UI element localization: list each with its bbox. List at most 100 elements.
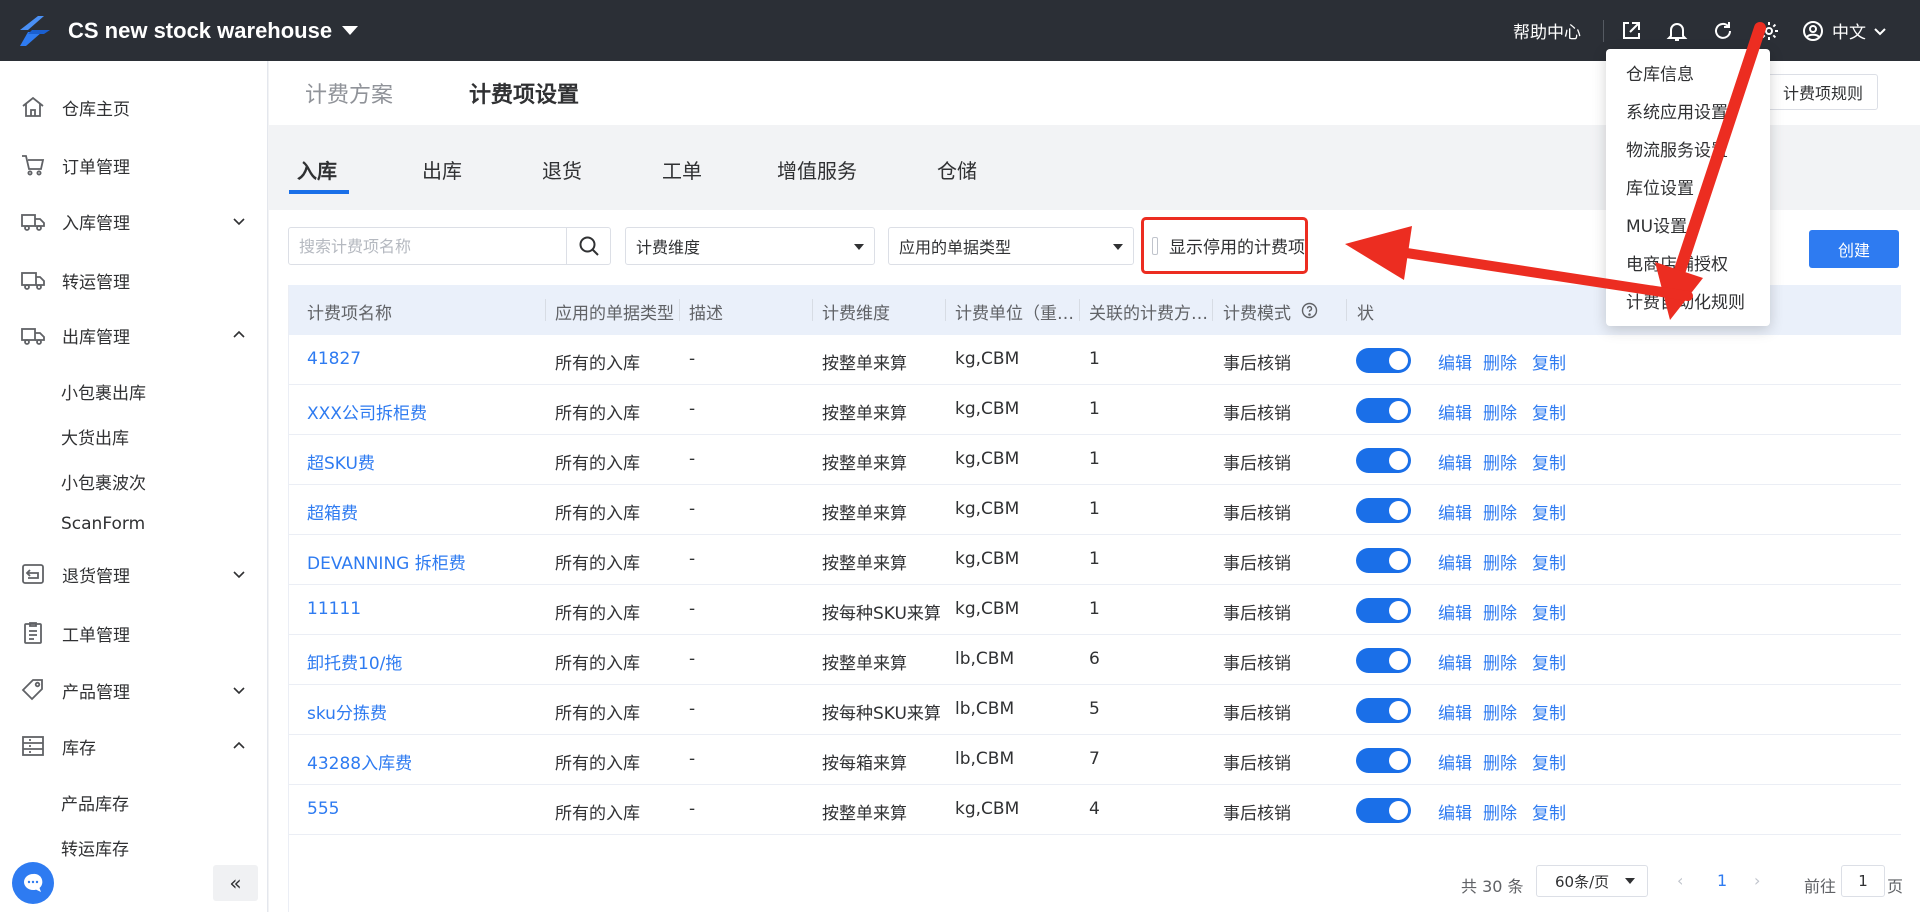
edit-link[interactable]: 编辑	[1438, 399, 1472, 424]
delete-link[interactable]: 删除	[1483, 399, 1517, 424]
copy-link[interactable]: 复制	[1532, 699, 1566, 724]
copy-link[interactable]: 复制	[1532, 449, 1566, 474]
menu-item-system-app-settings[interactable]: 系统应用设置	[1626, 98, 1728, 123]
status-toggle[interactable]	[1356, 398, 1411, 423]
sidebar-subitem-scanform[interactable]: ScanForm	[61, 514, 145, 534]
sidebar-subitem-parcel-wave[interactable]: 小包裹波次	[61, 469, 146, 494]
edit-link[interactable]: 编辑	[1438, 599, 1472, 624]
cell-name[interactable]: 超SKU费	[307, 449, 375, 474]
edit-link[interactable]: 编辑	[1438, 799, 1472, 824]
bell-icon[interactable]	[1664, 18, 1690, 44]
tab-value-added[interactable]: 增值服务	[777, 155, 857, 184]
tab-returns[interactable]: 退货	[542, 155, 582, 184]
edit-link[interactable]: 编辑	[1438, 749, 1472, 774]
dimension-select[interactable]: 计费维度	[625, 227, 875, 265]
tab-storage[interactable]: 仓储	[937, 155, 977, 184]
delete-link[interactable]: 删除	[1483, 549, 1517, 574]
cell-name[interactable]: 11111	[307, 599, 361, 619]
edit-link[interactable]: 编辑	[1438, 449, 1472, 474]
search-button[interactable]	[566, 228, 610, 264]
delete-link[interactable]: 删除	[1483, 699, 1517, 724]
copy-link[interactable]: 复制	[1532, 499, 1566, 524]
goto-page-input[interactable]: 1	[1841, 865, 1885, 897]
copy-link[interactable]: 复制	[1532, 749, 1566, 774]
delete-link[interactable]: 删除	[1483, 349, 1517, 374]
sidebar-item-inventory[interactable]: 库存	[0, 726, 268, 766]
cell-name[interactable]: 41827	[307, 349, 361, 369]
sidebar-subitem-bulk-outbound[interactable]: 大货出库	[61, 424, 129, 449]
status-toggle[interactable]	[1356, 798, 1411, 823]
status-toggle[interactable]	[1356, 598, 1411, 623]
sidebar-item-warehouse-home[interactable]: 仓库主页	[0, 87, 268, 127]
sidebar-collapse-button[interactable]: «	[213, 865, 258, 901]
gear-icon[interactable]	[1756, 18, 1782, 44]
edit-link[interactable]: 编辑	[1438, 499, 1472, 524]
status-toggle[interactable]	[1356, 548, 1411, 573]
cell-name[interactable]: 43288入库费	[307, 749, 412, 774]
status-toggle[interactable]	[1356, 348, 1411, 373]
tab-work-order[interactable]: 工单	[662, 155, 702, 184]
menu-item-warehouse-info[interactable]: 仓库信息	[1626, 60, 1694, 85]
search-input[interactable]	[289, 228, 566, 264]
language-switch[interactable]: 中文	[1802, 18, 1896, 43]
cell-name[interactable]: sku分拣费	[307, 699, 387, 724]
cell-name[interactable]: XXX公司拆柜费	[307, 399, 427, 424]
question-circle-icon[interactable]	[1301, 302, 1318, 319]
sidebar-item-products[interactable]: 产品管理	[0, 670, 268, 710]
copy-link[interactable]: 复制	[1532, 399, 1566, 424]
menu-item-mu-settings[interactable]: MU设置	[1626, 212, 1687, 237]
sidebar-subitem-parcel-outbound[interactable]: 小包裹出库	[61, 379, 146, 404]
tab-billing-plan[interactable]: 计费方案	[305, 77, 393, 109]
cell-name[interactable]: 卸托费10/拖	[307, 649, 402, 674]
chat-button[interactable]	[12, 862, 54, 904]
menu-item-location-settings[interactable]: 库位设置	[1626, 174, 1694, 199]
copy-link[interactable]: 复制	[1532, 649, 1566, 674]
edit-link[interactable]: 编辑	[1438, 699, 1472, 724]
status-toggle[interactable]	[1356, 648, 1411, 673]
sidebar-item-transfer[interactable]: 转运管理	[0, 260, 268, 300]
sidebar-item-returns[interactable]: 退货管理	[0, 554, 268, 594]
delete-link[interactable]: 删除	[1483, 649, 1517, 674]
delete-link[interactable]: 删除	[1483, 449, 1517, 474]
edit-link[interactable]: 编辑	[1438, 349, 1472, 374]
delete-link[interactable]: 删除	[1483, 499, 1517, 524]
tab-billing-item-settings[interactable]: 计费项设置	[469, 77, 579, 109]
help-center-link[interactable]: 帮助中心	[1513, 18, 1581, 43]
copy-link[interactable]: 复制	[1532, 349, 1566, 374]
menu-item-billing-automation[interactable]: 计费自动化规则	[1626, 288, 1745, 313]
next-page-icon[interactable]: ›	[1754, 871, 1760, 890]
copy-link[interactable]: 复制	[1532, 549, 1566, 574]
sidebar-item-outbound[interactable]: 出库管理	[0, 315, 268, 355]
copy-link[interactable]: 复制	[1532, 599, 1566, 624]
sidebar-subitem-product-inventory[interactable]: 产品库存	[61, 790, 129, 815]
delete-link[interactable]: 删除	[1483, 599, 1517, 624]
status-toggle[interactable]	[1356, 448, 1411, 473]
prev-page-icon[interactable]: ‹	[1677, 871, 1683, 890]
sidebar-subitem-transfer-inventory[interactable]: 转运库存	[61, 835, 129, 860]
delete-link[interactable]: 删除	[1483, 749, 1517, 774]
warehouse-title[interactable]: CS new stock warehouse	[68, 18, 332, 44]
warehouse-switch-caret-icon[interactable]	[342, 26, 359, 35]
menu-item-store-auth[interactable]: 电商店铺授权	[1626, 250, 1728, 275]
copy-link[interactable]: 复制	[1532, 799, 1566, 824]
refresh-icon[interactable]	[1710, 18, 1736, 44]
tab-outbound[interactable]: 出库	[422, 155, 462, 184]
delete-link[interactable]: 删除	[1483, 799, 1517, 824]
create-button[interactable]: 创建	[1809, 230, 1899, 268]
status-toggle[interactable]	[1356, 498, 1411, 523]
cell-name[interactable]: 555	[307, 799, 339, 819]
edit-link[interactable]: 编辑	[1438, 549, 1472, 574]
sidebar-item-work-orders[interactable]: 工单管理	[0, 613, 268, 653]
sidebar-item-orders[interactable]: 订单管理	[0, 145, 268, 185]
menu-item-logistics-settings[interactable]: 物流服务设置	[1626, 136, 1728, 161]
page-size-select[interactable]: 60条/页	[1536, 865, 1648, 897]
checkbox-box[interactable]	[1152, 236, 1158, 255]
doc-type-select[interactable]: 应用的单据类型	[888, 227, 1134, 265]
current-page-number[interactable]: 1	[1717, 871, 1727, 890]
tab-inbound[interactable]: 入库	[297, 155, 337, 184]
status-toggle[interactable]	[1356, 698, 1411, 723]
export-icon[interactable]	[1618, 18, 1644, 44]
status-toggle[interactable]	[1356, 748, 1411, 773]
show-disabled-checkbox[interactable]: 显示停用的计费项	[1141, 217, 1308, 274]
cell-name[interactable]: DEVANNING 拆柜费	[307, 549, 466, 574]
